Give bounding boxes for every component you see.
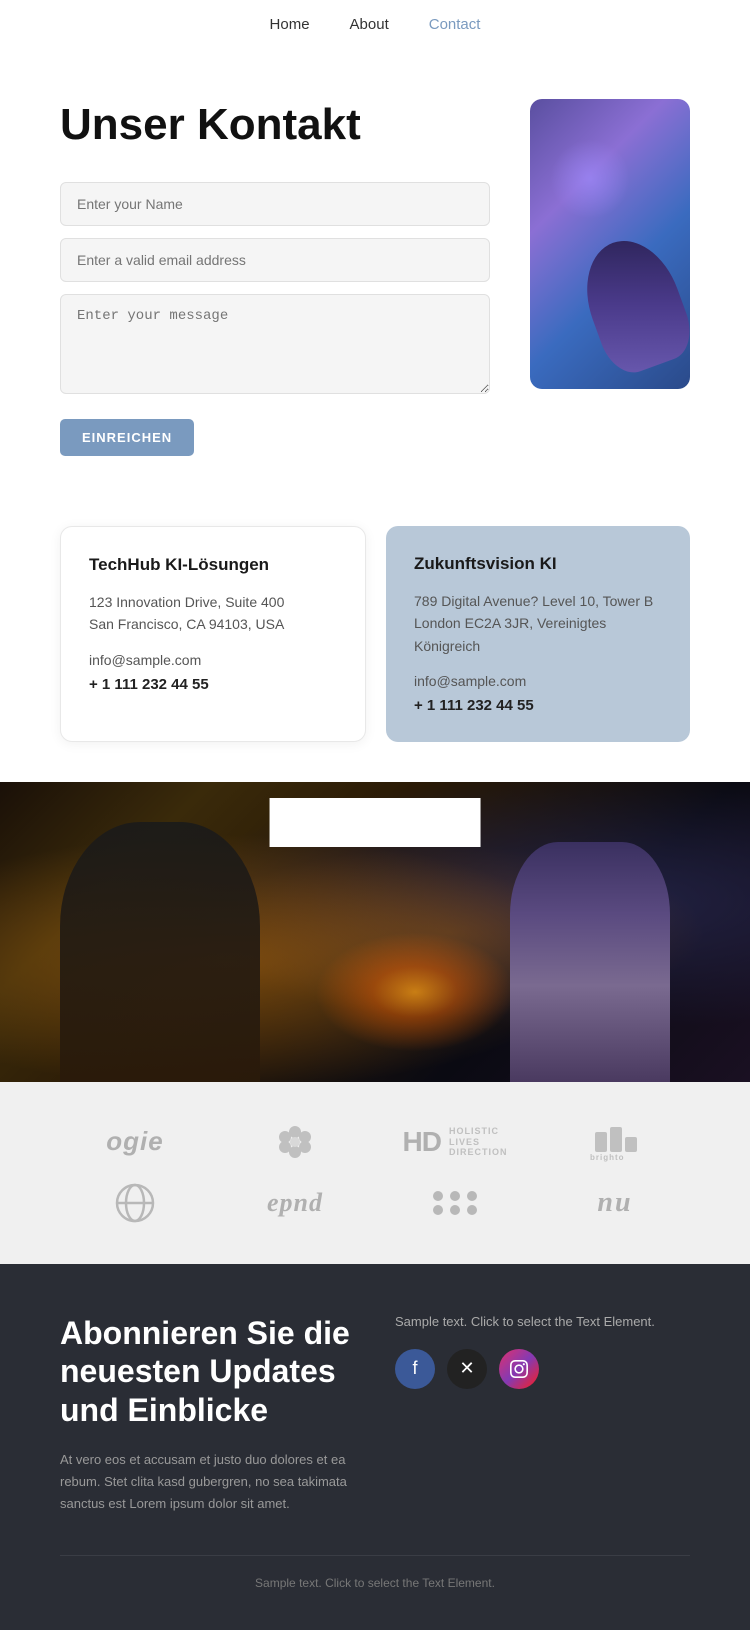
footer-right: Sample text. Click to select the Text El… bbox=[395, 1314, 690, 1515]
footer-sample-text-top: Sample text. Click to select the Text El… bbox=[395, 1314, 690, 1329]
silhouette-woman bbox=[60, 822, 260, 1082]
hero-section: Unser Kontakt EINREICHEN bbox=[0, 49, 750, 506]
card-zukunft-title: Zukunftsvision KI bbox=[414, 554, 662, 574]
nav-contact[interactable]: Contact bbox=[429, 16, 481, 33]
main-nav: Home About Contact bbox=[0, 0, 750, 49]
nav-home[interactable]: Home bbox=[270, 16, 310, 33]
hero-image bbox=[530, 99, 690, 389]
logo-nu: nu bbox=[597, 1187, 632, 1219]
card-zukunft-phone: + 1 111 232 44 55 bbox=[414, 697, 662, 714]
logos-section: ogie HD HOLISTICLIVESDIRECTION brighto bbox=[0, 1082, 750, 1264]
footer-inner: Abonnieren Sie die neuesten Updates und … bbox=[60, 1314, 690, 1515]
cards-section: TechHub KI-Lösungen 123 Innovation Drive… bbox=[0, 506, 750, 782]
card-techhub-address: 123 Innovation Drive, Suite 400 San Fran… bbox=[89, 591, 337, 636]
footer: Abonnieren Sie die neuesten Updates und … bbox=[0, 1264, 750, 1630]
footer-body-text: At vero eos et accusam et justo duo dolo… bbox=[60, 1449, 355, 1515]
hero-left: Unser Kontakt EINREICHEN bbox=[60, 99, 490, 456]
page-title: Unser Kontakt bbox=[60, 99, 490, 152]
image-nav-about[interactable]: About bbox=[350, 814, 389, 831]
card-techhub-phone: + 1 111 232 44 55 bbox=[89, 676, 337, 693]
card-zukunft-email: info@sample.com bbox=[414, 673, 662, 689]
hero-right bbox=[530, 99, 690, 389]
card-zukunft: Zukunftsvision KI 789 Digital Avenue? Le… bbox=[386, 526, 690, 742]
logo-dots bbox=[430, 1188, 480, 1218]
footer-bottom: Sample text. Click to select the Text El… bbox=[60, 1555, 690, 1590]
facebook-icon[interactable]: f bbox=[395, 1349, 435, 1389]
logo-brighto: brighto bbox=[590, 1122, 640, 1162]
nav-about[interactable]: About bbox=[350, 16, 389, 33]
footer-sample-text-bottom: Sample text. Click to select the Text El… bbox=[255, 1576, 495, 1590]
full-image-section: Home About Contact bbox=[0, 782, 750, 1082]
silhouette-robot bbox=[510, 842, 670, 1082]
logo-circle bbox=[114, 1182, 156, 1224]
logo-epnd: epnd bbox=[267, 1188, 323, 1218]
footer-title: Abonnieren Sie die neuesten Updates und … bbox=[60, 1314, 355, 1429]
logo-ogie: ogie bbox=[106, 1126, 163, 1157]
logo-hd: HD HOLISTICLIVESDIRECTION bbox=[403, 1126, 508, 1158]
image-sparks bbox=[315, 932, 515, 1052]
card-techhub-email: info@sample.com bbox=[89, 652, 337, 668]
image-nav-home[interactable]: Home bbox=[270, 814, 310, 831]
instagram-icon[interactable] bbox=[499, 1349, 539, 1389]
card-zukunft-address: 789 Digital Avenue? Level 10, Tower B Lo… bbox=[414, 590, 662, 657]
footer-left: Abonnieren Sie die neuesten Updates und … bbox=[60, 1314, 355, 1515]
logo-flower bbox=[275, 1122, 315, 1162]
card-techhub-title: TechHub KI-Lösungen bbox=[89, 555, 337, 575]
image-nav-contact[interactable]: Contact bbox=[429, 814, 481, 831]
email-input[interactable] bbox=[60, 238, 490, 282]
svg-text:brighto: brighto bbox=[590, 1153, 625, 1162]
message-input[interactable] bbox=[60, 294, 490, 394]
twitter-x-icon[interactable]: ✕ bbox=[447, 1349, 487, 1389]
image-nav: Home About Contact bbox=[270, 798, 481, 847]
submit-button[interactable]: EINREICHEN bbox=[60, 419, 194, 456]
social-icons: f ✕ bbox=[395, 1349, 690, 1389]
name-input[interactable] bbox=[60, 182, 490, 226]
card-techhub: TechHub KI-Lösungen 123 Innovation Drive… bbox=[60, 526, 366, 742]
